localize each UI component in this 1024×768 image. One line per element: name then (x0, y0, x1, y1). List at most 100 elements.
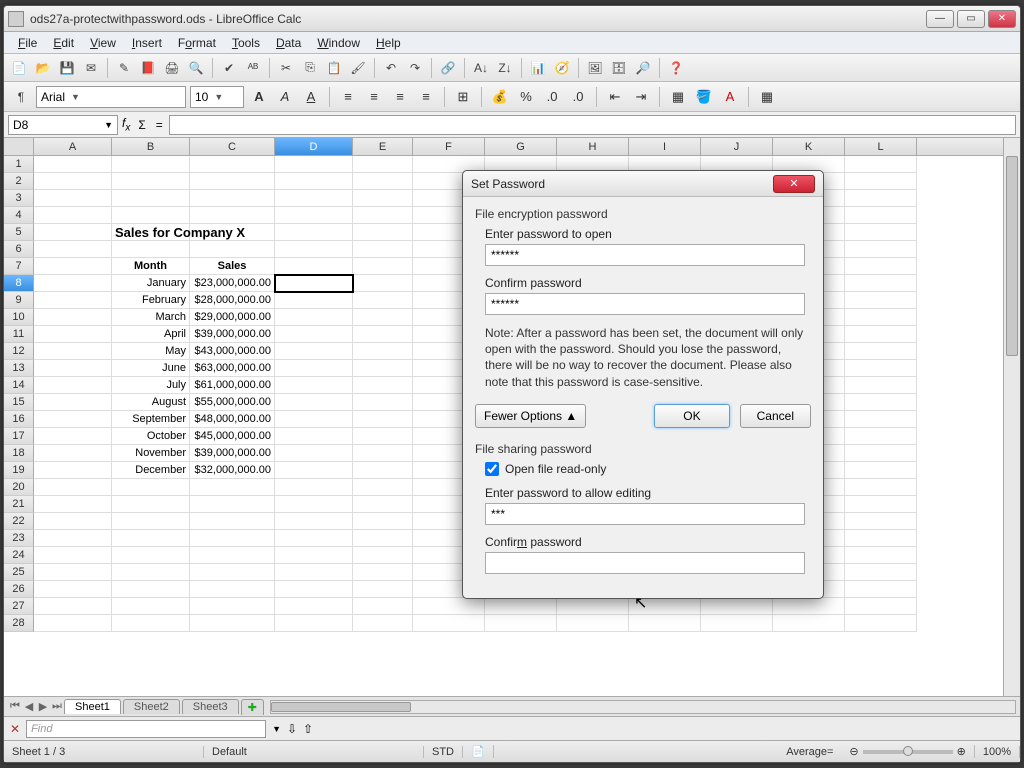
autospell-icon[interactable]: ᴬᴮ (242, 57, 264, 79)
cell-E1[interactable] (353, 156, 413, 173)
align-justify-icon[interactable]: ≡ (415, 86, 437, 108)
cell-B17[interactable]: October (112, 428, 190, 445)
format-paint-icon[interactable]: 🖌 (347, 57, 369, 79)
cell-H27[interactable] (557, 598, 629, 615)
cell-A21[interactable] (34, 496, 112, 513)
rowhead-2[interactable]: 2 (4, 173, 34, 190)
rowhead-16[interactable]: 16 (4, 411, 34, 428)
cell-B11[interactable]: April (112, 326, 190, 343)
cell-D17[interactable] (275, 428, 353, 445)
spellcheck-icon[interactable]: ✔ (218, 57, 240, 79)
rowhead-19[interactable]: 19 (4, 462, 34, 479)
rowhead-17[interactable]: 17 (4, 428, 34, 445)
sort-desc-icon[interactable]: Z↓ (494, 57, 516, 79)
cell-C2[interactable] (190, 173, 275, 190)
cell-D12[interactable] (275, 343, 353, 360)
cell-C5[interactable] (190, 224, 275, 241)
cell-C12[interactable]: $43,000,000.00 (190, 343, 275, 360)
cell-L11[interactable] (845, 326, 917, 343)
colhead-C[interactable]: C (190, 138, 275, 155)
cell-E10[interactable] (353, 309, 413, 326)
cell-L27[interactable] (845, 598, 917, 615)
close-button[interactable]: ✕ (988, 10, 1016, 28)
cell-A18[interactable] (34, 445, 112, 462)
cell-E21[interactable] (353, 496, 413, 513)
copy-icon[interactable]: ⎘ (299, 57, 321, 79)
name-box[interactable]: D8▼ (8, 115, 118, 135)
cell-F27[interactable] (413, 598, 485, 615)
cell-L4[interactable] (845, 207, 917, 224)
align-center-icon[interactable]: ≡ (363, 86, 385, 108)
minimize-button[interactable]: — (926, 10, 954, 28)
cell-D26[interactable] (275, 581, 353, 598)
print-icon[interactable]: 🖨 (161, 57, 183, 79)
fx-icon[interactable]: fx (122, 116, 130, 133)
cell-E7[interactable] (353, 258, 413, 275)
zoom-icon[interactable]: 🔎 (632, 57, 654, 79)
preview-icon[interactable]: 🔍 (185, 57, 207, 79)
tab-add[interactable]: ✚ (241, 699, 264, 715)
cell-L22[interactable] (845, 513, 917, 530)
merge-icon[interactable]: ⊞ (452, 86, 474, 108)
datasources-icon[interactable]: 🗄 (608, 57, 630, 79)
cell-A11[interactable] (34, 326, 112, 343)
cell-A22[interactable] (34, 513, 112, 530)
cell-A12[interactable] (34, 343, 112, 360)
cell-E25[interactable] (353, 564, 413, 581)
rowhead-8[interactable]: 8 (4, 275, 34, 292)
rowhead-25[interactable]: 25 (4, 564, 34, 581)
cell-E14[interactable] (353, 377, 413, 394)
rowhead-11[interactable]: 11 (4, 326, 34, 343)
cell-C15[interactable]: $55,000,000.00 (190, 394, 275, 411)
cell-A20[interactable] (34, 479, 112, 496)
cell-D27[interactable] (275, 598, 353, 615)
cell-D7[interactable] (275, 258, 353, 275)
cell-E13[interactable] (353, 360, 413, 377)
cell-D1[interactable] (275, 156, 353, 173)
cell-D25[interactable] (275, 564, 353, 581)
cell-L7[interactable] (845, 258, 917, 275)
ok-button[interactable]: OK (654, 404, 729, 428)
menu-data[interactable]: Data (268, 34, 309, 52)
cell-B3[interactable] (112, 190, 190, 207)
menu-format[interactable]: Format (170, 34, 224, 52)
cell-G28[interactable] (485, 615, 557, 632)
cell-B27[interactable] (112, 598, 190, 615)
email-icon[interactable]: ✉ (80, 57, 102, 79)
tab-first-icon[interactable]: ⏮ (8, 700, 22, 713)
cell-B15[interactable]: August (112, 394, 190, 411)
cell-L12[interactable] (845, 343, 917, 360)
confirm-password-input[interactable] (485, 293, 805, 315)
rowhead-3[interactable]: 3 (4, 190, 34, 207)
borders-icon[interactable]: ▦ (667, 86, 689, 108)
cell-D24[interactable] (275, 547, 353, 564)
cell-L6[interactable] (845, 241, 917, 258)
tab-last-icon[interactable]: ⏭ (50, 700, 64, 713)
cell-B19[interactable]: December (112, 462, 190, 479)
cell-G27[interactable] (485, 598, 557, 615)
tab-next-icon[interactable]: ▶ (36, 700, 50, 713)
cell-D2[interactable] (275, 173, 353, 190)
cell-A9[interactable] (34, 292, 112, 309)
underline-icon[interactable]: A (300, 86, 322, 108)
cell-B22[interactable] (112, 513, 190, 530)
save-icon[interactable]: 💾 (56, 57, 78, 79)
cell-D4[interactable] (275, 207, 353, 224)
rowhead-4[interactable]: 4 (4, 207, 34, 224)
cell-C24[interactable] (190, 547, 275, 564)
colhead-K[interactable]: K (773, 138, 845, 155)
cell-C18[interactable]: $39,000,000.00 (190, 445, 275, 462)
cell-C3[interactable] (190, 190, 275, 207)
enter-password-input[interactable] (485, 244, 805, 266)
cell-L28[interactable] (845, 615, 917, 632)
cell-E2[interactable] (353, 173, 413, 190)
tab-prev-icon[interactable]: ◀ (22, 700, 36, 713)
rowhead-13[interactable]: 13 (4, 360, 34, 377)
dialog-close-button[interactable]: ✕ (773, 175, 815, 193)
cell-A26[interactable] (34, 581, 112, 598)
cell-D21[interactable] (275, 496, 353, 513)
cell-L25[interactable] (845, 564, 917, 581)
cell-D11[interactable] (275, 326, 353, 343)
cell-B10[interactable]: March (112, 309, 190, 326)
cell-B26[interactable] (112, 581, 190, 598)
